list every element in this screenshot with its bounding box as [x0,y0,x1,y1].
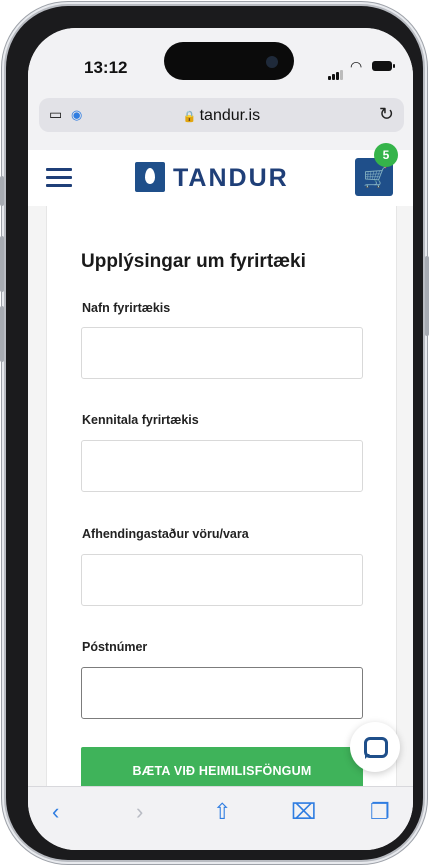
chat-tail-icon [365,754,370,759]
cart-count-badge: 5 [374,143,398,167]
forward-icon[interactable]: › [136,799,143,825]
volume-down-button [0,306,4,362]
battery-icon [372,61,395,71]
company-id-field[interactable] [81,440,363,492]
delivery-location-field[interactable] [81,554,363,606]
logo-drop-icon [135,162,165,192]
url-display[interactable]: 🔒 tandur.is [39,107,404,125]
company-id-label: Kennitala fyrirtækis [82,413,199,427]
screen: 13:12 ◠ ▭ ◉ 🔒 tandur.is ↻ TANDUR 🛒 5 Upp… [28,28,413,850]
share-icon[interactable]: ⇧ [213,799,231,825]
company-info-form: Upplýsingar um fyrirtæki Nafn fyrirtækis… [46,206,397,786]
back-icon[interactable]: ‹ [52,799,59,825]
menu-icon[interactable] [46,168,72,188]
bookmarks-icon[interactable]: ⌧ [291,799,316,825]
site-header: TANDUR 🛒 5 [28,143,413,207]
tabs-icon[interactable]: ❐ [370,799,390,825]
power-button [425,256,429,336]
logo-text: TANDUR [173,164,289,192]
lock-icon: 🔒 [182,111,197,123]
clock: 13:12 [84,58,128,77]
camera-icon [266,56,278,68]
browser-toolbar: ‹ › ⇧ ⌧ ❐ [28,786,413,850]
signal-icon [328,62,344,80]
url-text: tandur.is [199,107,261,124]
form-title: Upplýsingar um fyrirtæki [81,251,306,272]
phone-frame: 13:12 ◠ ▭ ◉ 🔒 tandur.is ↻ TANDUR 🛒 5 Upp… [0,6,429,860]
postal-code-field[interactable] [81,667,363,719]
delivery-location-label: Afhendingastaður vöru/vara [82,527,249,541]
wifi-icon: ◠ [350,58,363,74]
address-bar[interactable]: ▭ ◉ 🔒 tandur.is ↻ [39,98,404,132]
volume-up-button [0,236,4,292]
silent-switch [0,176,4,206]
postal-code-label: Póstnúmer [82,640,148,654]
add-addresses-button[interactable]: BÆTA VIÐ HEIMILISFÖNGUM [81,747,363,786]
company-name-field[interactable] [81,327,363,379]
cart-icon: 🛒 [363,167,388,189]
reload-icon[interactable]: ↻ [379,104,394,125]
status-bar: 13:12 ◠ [28,28,413,90]
company-name-label: Nafn fyrirtækis [82,301,171,315]
page-content: Upplýsingar um fyrirtæki Nafn fyrirtækis… [28,206,413,786]
chat-button[interactable] [350,722,400,772]
browser-address-area: ▭ ◉ 🔒 tandur.is ↻ [28,90,413,150]
